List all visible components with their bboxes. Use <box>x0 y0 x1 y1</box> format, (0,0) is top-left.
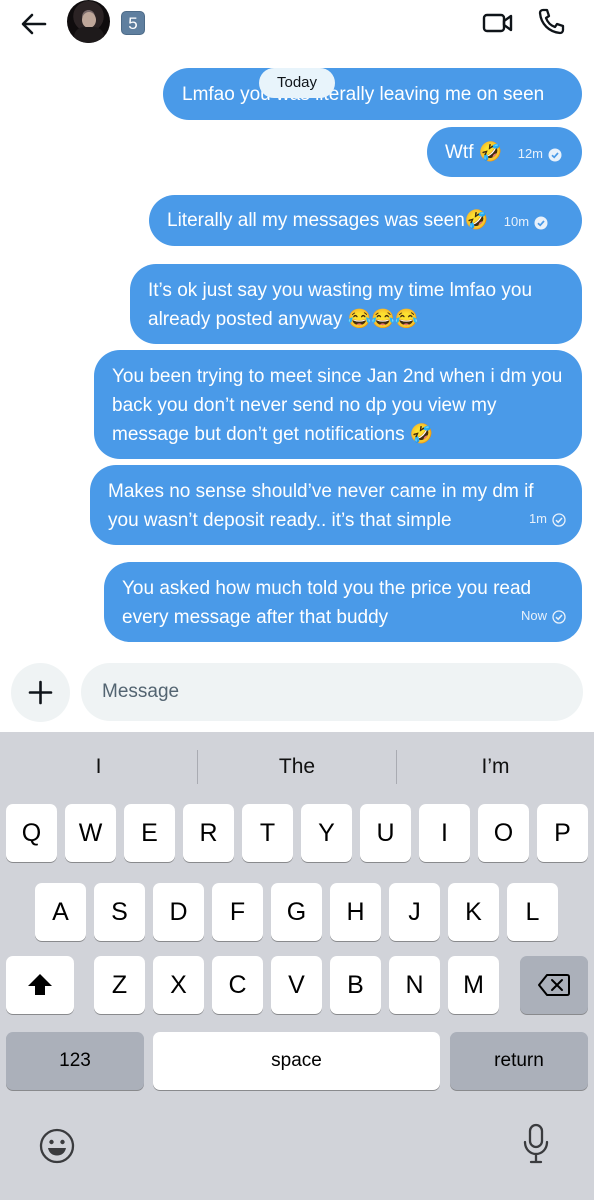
key-a[interactable]: A <box>35 883 86 941</box>
date-separator: Today <box>259 68 335 98</box>
message-text: Wtf 🤣 <box>445 142 503 163</box>
key-z[interactable]: Z <box>94 956 145 1014</box>
key-l[interactable]: L <box>507 883 558 941</box>
backspace-icon <box>538 974 570 996</box>
suggestion-item[interactable]: The <box>198 732 396 802</box>
message-bubble[interactable]: You been trying to meet since Jan 2nd wh… <box>94 350 582 459</box>
key-n[interactable]: N <box>389 956 440 1014</box>
message-time: Now <box>521 601 566 630</box>
video-call-icon <box>482 13 513 33</box>
key-e[interactable]: E <box>124 804 175 862</box>
read-check-icon <box>534 216 548 230</box>
avatar[interactable] <box>67 0 110 43</box>
shift-key[interactable] <box>6 956 74 1014</box>
message-text: Literally all my messages was seen🤣 <box>167 210 489 231</box>
key-d[interactable]: D <box>153 883 204 941</box>
message-bubble[interactable]: Makes no sense should’ve never came in m… <box>90 465 582 545</box>
message-text: You asked how much told you the price yo… <box>122 578 532 628</box>
phone-call-button[interactable] <box>535 6 567 38</box>
shift-icon <box>28 974 52 995</box>
key-s[interactable]: S <box>94 883 145 941</box>
key-i[interactable]: I <box>419 804 470 862</box>
video-call-button[interactable] <box>481 8 515 38</box>
phone-icon <box>538 8 565 35</box>
numbers-key[interactable]: 123 <box>6 1032 144 1090</box>
back-button[interactable] <box>18 8 50 40</box>
message-bubble[interactable]: You asked how much told you the price yo… <box>104 562 582 642</box>
message-bubble[interactable]: It’s ok just say you wasting my time lmf… <box>130 264 582 344</box>
key-u[interactable]: U <box>360 804 411 862</box>
key-q[interactable]: Q <box>6 804 57 862</box>
key-f[interactable]: F <box>212 883 263 941</box>
key-p[interactable]: P <box>537 804 588 862</box>
message-text: Lmfao you was literally leaving me on se… <box>182 84 545 105</box>
key-y[interactable]: Y <box>301 804 352 862</box>
key-b[interactable]: B <box>330 956 381 1014</box>
message-composer <box>0 660 594 730</box>
message-time: 12m <box>518 146 562 162</box>
message-time: 1m <box>529 504 566 533</box>
suggestion-item[interactable]: I <box>0 732 197 802</box>
key-g[interactable]: G <box>271 883 322 941</box>
key-h[interactable]: H <box>330 883 381 941</box>
message-bubble[interactable]: Literally all my messages was seen🤣 10m <box>149 195 582 246</box>
key-r[interactable]: R <box>183 804 234 862</box>
key-w[interactable]: W <box>65 804 116 862</box>
read-check-icon <box>552 609 566 624</box>
key-c[interactable]: C <box>212 956 263 1014</box>
count-badge: 5 <box>121 11 145 35</box>
backspace-key[interactable] <box>520 956 588 1014</box>
key-t[interactable]: T <box>242 804 293 862</box>
key-j[interactable]: J <box>389 883 440 941</box>
read-check-icon <box>552 512 566 527</box>
message-text: It’s ok just say you wasting my time lmf… <box>148 280 533 330</box>
keyboard: I The I’m Q W E R T Y U I O P A S D F G … <box>0 732 594 1200</box>
message-input[interactable] <box>81 663 583 721</box>
key-x[interactable]: X <box>153 956 204 1014</box>
key-o[interactable]: O <box>478 804 529 862</box>
message-text: Makes no sense should’ve never came in m… <box>108 481 534 531</box>
microphone-icon <box>523 1123 549 1164</box>
emoji-button[interactable] <box>38 1127 76 1170</box>
suggestion-bar: I The I’m <box>0 732 594 802</box>
back-arrow-icon <box>21 13 47 35</box>
key-v[interactable]: V <box>271 956 322 1014</box>
add-attachment-button[interactable] <box>11 663 70 722</box>
plus-icon <box>28 680 53 705</box>
return-key[interactable]: return <box>450 1032 588 1090</box>
message-time: 10m <box>504 214 548 230</box>
microphone-button[interactable] <box>520 1122 552 1171</box>
suggestion-item[interactable]: I’m <box>397 732 594 802</box>
conversation-header: 5 <box>0 0 594 48</box>
emoji-icon <box>39 1128 75 1164</box>
message-bubble[interactable]: Lmfao you was literally leaving me on se… <box>163 68 582 120</box>
space-key[interactable]: space <box>153 1032 440 1090</box>
message-bubble[interactable]: Wtf 🤣 12m <box>427 127 582 177</box>
message-text: You been trying to meet since Jan 2nd wh… <box>112 366 563 445</box>
key-m[interactable]: M <box>448 956 499 1014</box>
read-check-icon <box>548 148 562 162</box>
key-k[interactable]: K <box>448 883 499 941</box>
